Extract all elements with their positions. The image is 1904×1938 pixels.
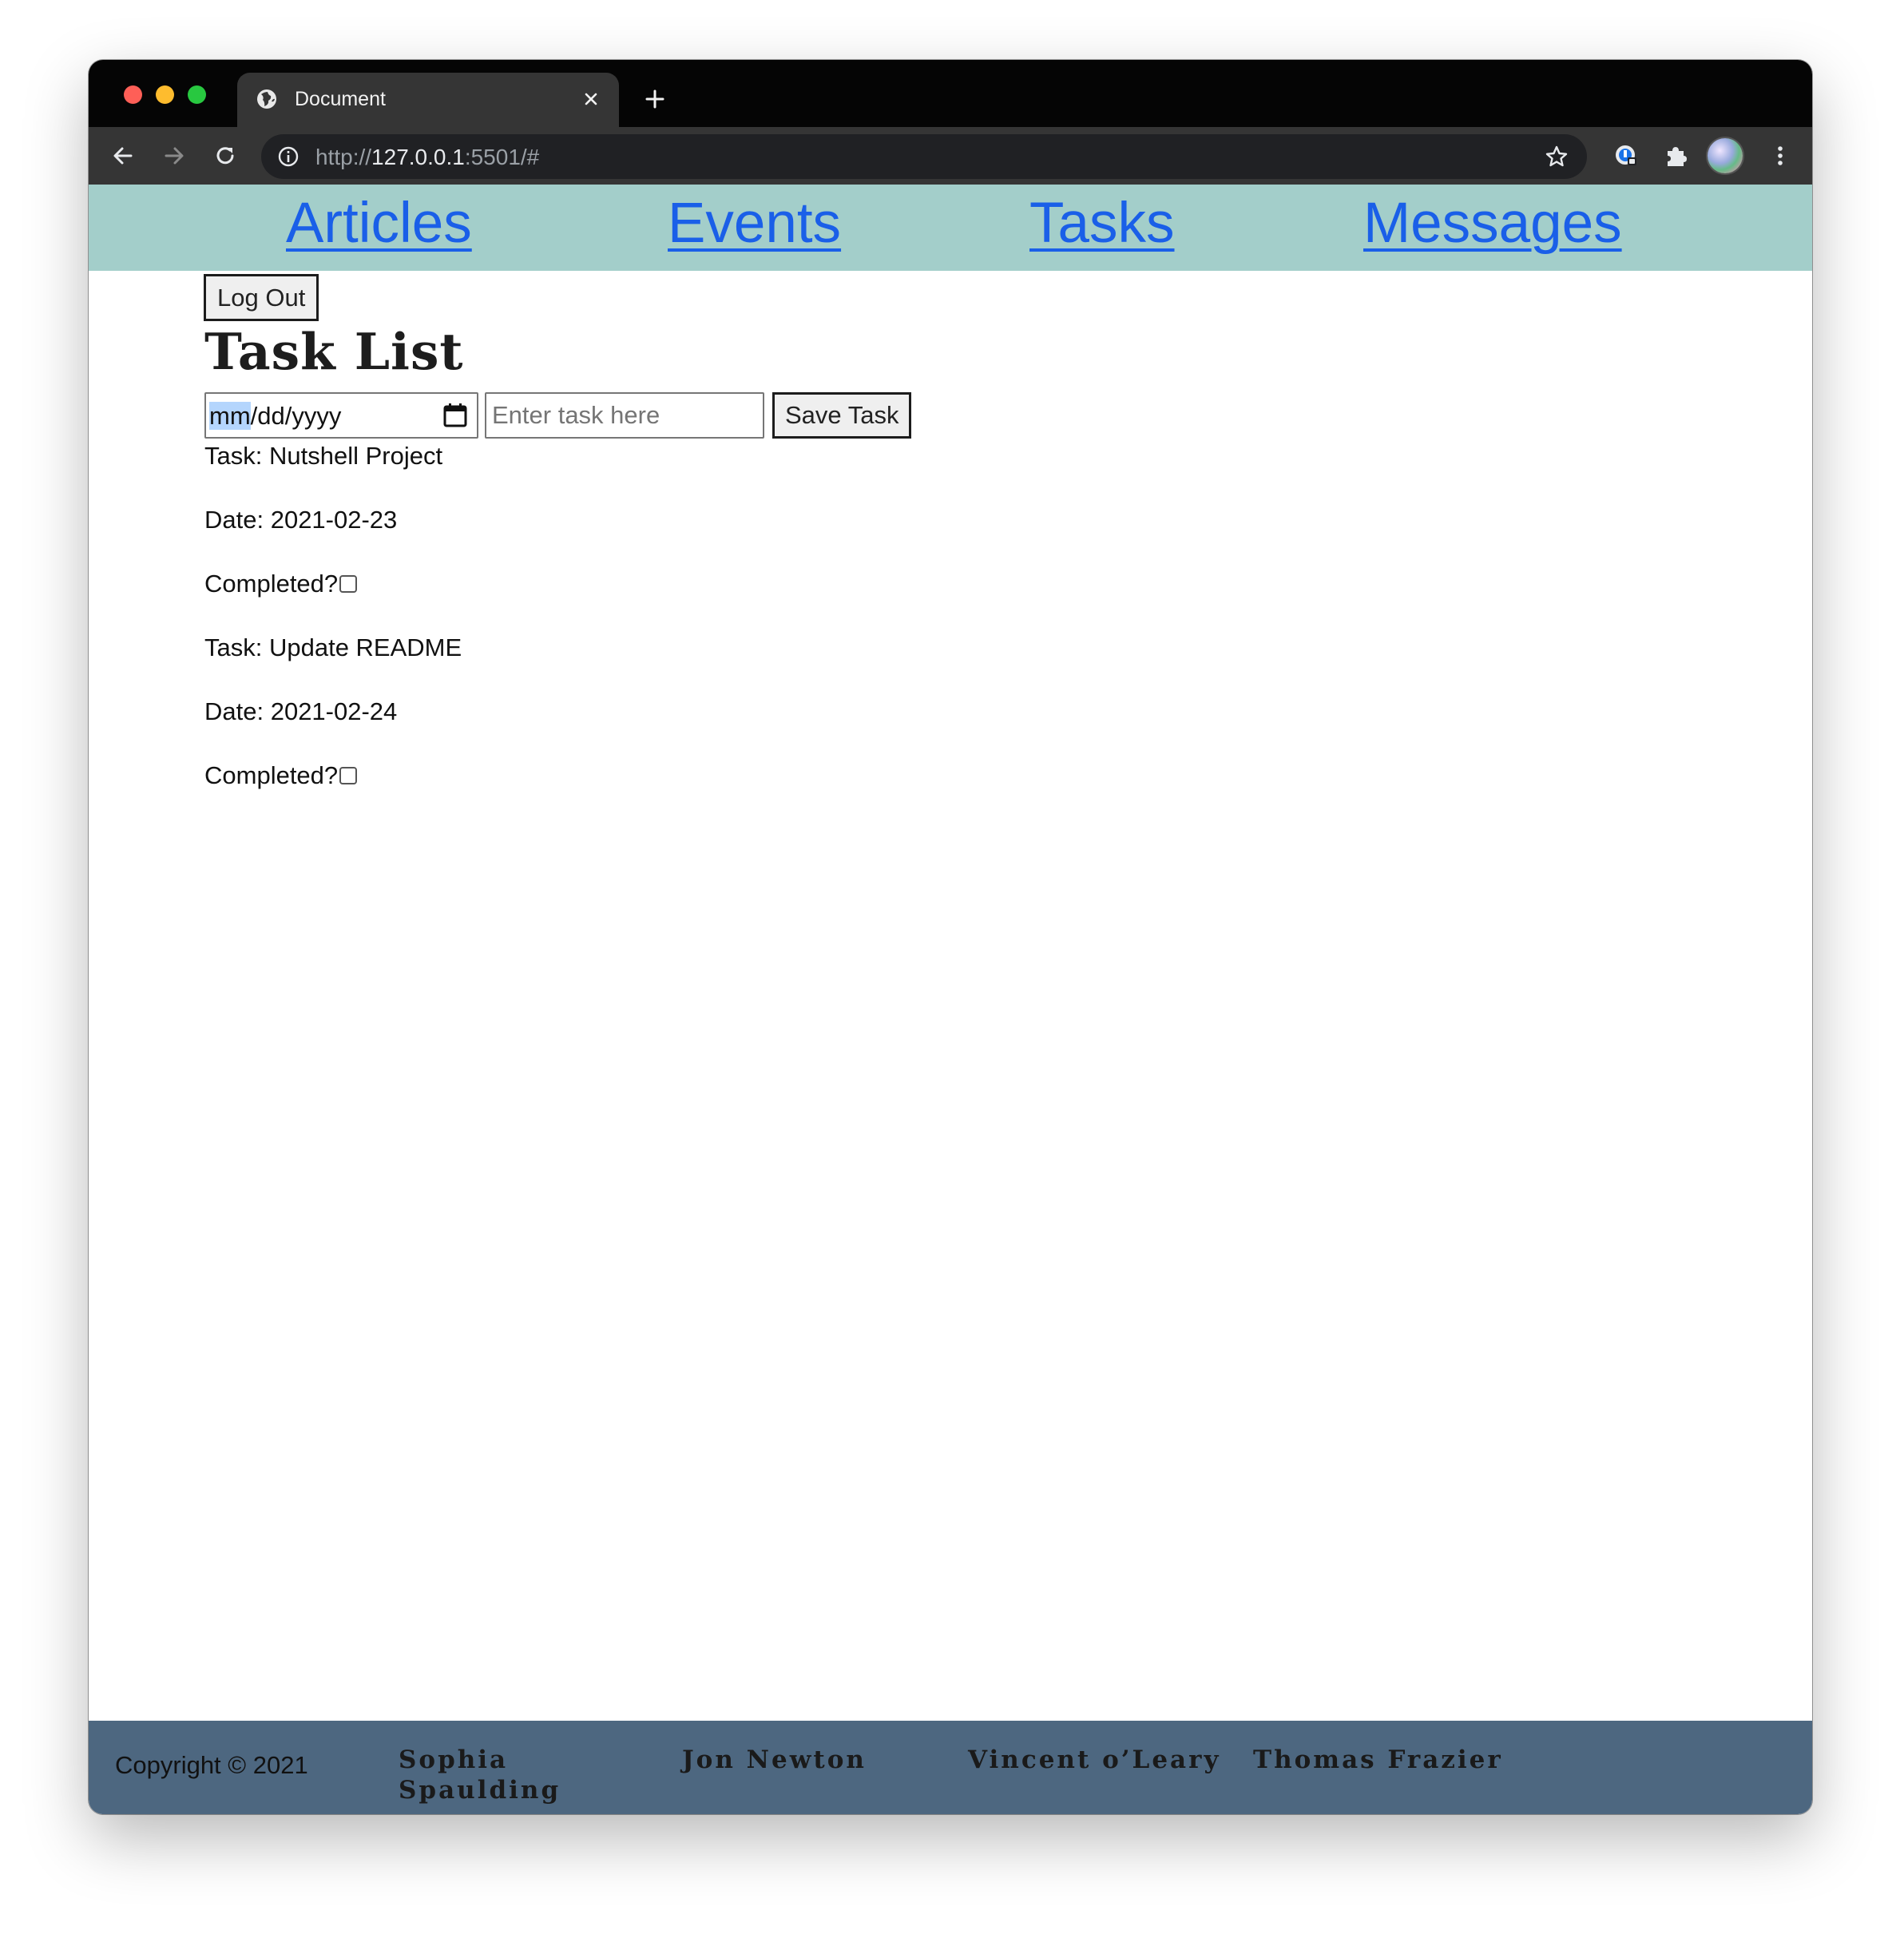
calendar-icon[interactable]: [442, 402, 469, 429]
close-tab-icon[interactable]: [579, 87, 603, 111]
minimize-window-button[interactable]: [156, 85, 174, 104]
task-name: Task: Update README: [204, 633, 462, 661]
copyright-text: Copyright © 2021: [115, 1751, 308, 1779]
nav-link-messages[interactable]: Messages: [1363, 191, 1622, 256]
footer-author: Jon Newton: [682, 1745, 867, 1775]
maximize-window-button[interactable]: [188, 85, 206, 104]
tab-strip: Document: [89, 60, 1812, 127]
extensions-puzzle-icon[interactable]: [1662, 141, 1691, 170]
author-name-line: Jon Newton: [682, 1745, 867, 1774]
task-completed-row: Completed?: [204, 760, 1163, 824]
tab-title: Document: [295, 88, 386, 110]
task-date: Date: 2021-02-24: [204, 697, 398, 725]
page-title: Task List: [204, 322, 464, 381]
browser-window: Document http://127.0.0.1:5501/# Article…: [89, 60, 1812, 1814]
author-name-line: Spaulding: [399, 1776, 561, 1805]
save-task-button[interactable]: Save Task: [772, 392, 912, 439]
footer-author: Sophia Spaulding: [399, 1745, 561, 1805]
profile-avatar[interactable]: [1708, 138, 1743, 173]
task-item: Task: Nutshell Project Date: 2021-02-23 …: [204, 440, 1163, 632]
bookmark-star-icon[interactable]: [1544, 144, 1569, 169]
date-placeholder: mm/dd/yyyy: [209, 402, 342, 430]
footer-author: Vincent o’Leary: [968, 1745, 1221, 1775]
author-name-line: Sophia: [399, 1745, 509, 1774]
nav-link-articles[interactable]: Articles: [286, 191, 472, 256]
task-name: Task: Nutshell Project: [204, 442, 443, 470]
completed-checkbox[interactable]: [339, 575, 358, 593]
new-tab-icon[interactable]: [643, 87, 667, 111]
log-out-button[interactable]: Log Out: [204, 274, 319, 321]
task-date-input[interactable]: mm/dd/yyyy: [204, 392, 478, 439]
author-name-line: Thomas Frazier: [1253, 1745, 1503, 1774]
main-nav: Articles Events Tasks Messages: [89, 185, 1812, 271]
url-text: http://127.0.0.1:5501/#: [315, 145, 540, 169]
back-arrow-icon[interactable]: [109, 141, 137, 170]
task-completed-row: Completed?: [204, 568, 1163, 632]
address-bar[interactable]: http://127.0.0.1:5501/#: [261, 134, 1587, 179]
more-menu-icon[interactable]: [1766, 141, 1795, 170]
completed-label: Completed?: [204, 761, 339, 789]
task-item: Task: Update README Date: 2021-02-24 Com…: [204, 632, 1163, 824]
page-content: Articles Events Tasks Messages Log Out T…: [89, 185, 1812, 1814]
task-list: Task: Nutshell Project Date: 2021-02-23 …: [204, 440, 1163, 824]
reload-icon[interactable]: [211, 141, 240, 170]
browser-toolbar: http://127.0.0.1:5501/#: [89, 127, 1812, 185]
browser-tab[interactable]: Document: [237, 73, 619, 127]
completed-label: Completed?: [204, 570, 339, 598]
site-info-icon[interactable]: [276, 144, 301, 169]
task-text-input[interactable]: [485, 392, 764, 439]
completed-checkbox[interactable]: [339, 767, 358, 784]
password-manager-icon[interactable]: [1612, 141, 1640, 170]
close-window-button[interactable]: [124, 85, 142, 104]
forward-arrow-icon[interactable]: [160, 141, 188, 170]
nav-link-events[interactable]: Events: [668, 191, 841, 256]
author-name-line: Vincent o’Leary: [968, 1745, 1221, 1774]
footer-author: Thomas Frazier: [1253, 1745, 1503, 1775]
task-date: Date: 2021-02-23: [204, 506, 398, 534]
nav-link-tasks[interactable]: Tasks: [1029, 191, 1175, 256]
page-footer: Copyright © 2021 Sophia Spaulding Jon Ne…: [89, 1721, 1812, 1814]
globe-icon: [257, 89, 276, 109]
